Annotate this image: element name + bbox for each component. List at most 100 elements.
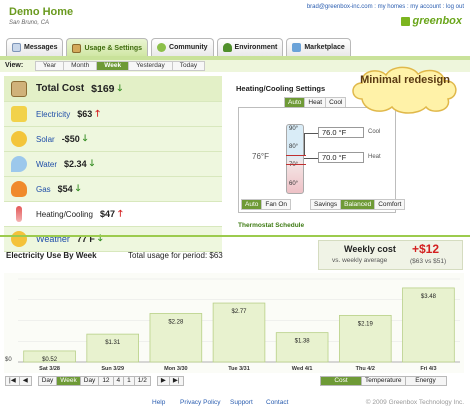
footer-help-link[interactable]: Help [152, 399, 165, 406]
tab-messages[interactable]: Messages [6, 38, 64, 56]
tab-community[interactable]: Community [151, 38, 214, 56]
range-week-button[interactable]: Week [56, 376, 81, 386]
tab-marketplace[interactable]: Marketplace [286, 38, 351, 56]
footer-privacy-link[interactable]: Privacy Policy [180, 399, 220, 406]
usage-summary: Total Cost $169 🡓 Electricity $63 🡑 Sola… [4, 76, 222, 252]
view-week-button[interactable]: Week [96, 61, 130, 71]
fan-auto-button[interactable]: Auto [241, 199, 263, 210]
chart-bar [86, 333, 140, 363]
first-page-button[interactable]: |◀ [5, 376, 20, 386]
bar-value-label: $0.52 [42, 357, 58, 363]
range-12-button[interactable]: 12 [98, 376, 114, 386]
summary-row-heating-cooling[interactable]: Heating/Cooling $47 🡑 [4, 202, 222, 227]
cool-label: Cool [368, 129, 381, 135]
summary-value: $63 [77, 109, 93, 119]
trend-down-icon: 🡓 [75, 183, 81, 193]
category-label: Sun 3/29 [101, 366, 124, 372]
tab-label: Environment [234, 44, 278, 51]
thermometer-icon [16, 206, 22, 222]
summary-row-electricity[interactable]: Electricity $63 🡑 [4, 102, 222, 127]
footer-support-link[interactable]: Support [230, 399, 253, 406]
tab-label: Usage & Settings [84, 44, 143, 52]
summary-value: $2.34 [64, 159, 87, 169]
account-links[interactable]: brad@greenbox-inc.com : my homes : my ac… [307, 4, 464, 10]
trend-down-icon: 🡓 [117, 82, 123, 93]
cool-connector [304, 133, 318, 134]
weekly-cost-delta: +$12 [412, 242, 440, 256]
summary-value: -$50 [61, 134, 80, 144]
metric-selector: Cost Temperature Energy [320, 376, 447, 386]
summary-row-solar[interactable]: Solar -$50 🡓 [4, 127, 222, 152]
home-title[interactable]: Demo Home [9, 6, 73, 18]
heat-setpoint-marker[interactable] [286, 164, 306, 165]
bar-value-label: $1.38 [295, 339, 311, 345]
scale-tick: 60° [289, 181, 299, 187]
community-icon [157, 43, 167, 52]
summary-name[interactable]: Heating/Cooling [36, 210, 93, 219]
metric-temperature-button[interactable]: Temperature [361, 376, 406, 386]
bar-value-label: $2.19 [358, 321, 374, 327]
bar-value-label: $2.77 [231, 309, 247, 315]
heat-label: Heat [368, 154, 381, 160]
current-temperature: 76°F [252, 152, 269, 161]
house-icon [72, 43, 82, 53]
heating-cooling-title: Heating/Cooling Settings [236, 84, 326, 93]
bar-value-label: $1.31 [105, 340, 121, 346]
view-yesterday-button[interactable]: Yesterday [128, 61, 173, 71]
trend-down-icon: 🡓 [97, 233, 103, 243]
summary-row-total-cost[interactable]: Total Cost $169 🡓 [4, 76, 222, 102]
range-year-button[interactable]: Day [37, 376, 58, 386]
main-tabs: Messages Usage & Settings Community Envi… [6, 38, 351, 57]
metric-energy-button[interactable]: Energy [404, 376, 447, 386]
summary-name[interactable]: Gas [36, 185, 51, 194]
category-label: Tue 3/31 [228, 366, 250, 372]
scale-tick: 80° [289, 144, 299, 150]
weekly-average-label: vs. weekly average [332, 257, 388, 264]
profile-comfort-button[interactable]: Comfort [374, 199, 406, 210]
sun-icon [11, 131, 27, 147]
bar-value-label: $2.28 [168, 319, 184, 325]
cool-setpoint-input[interactable]: 76.0 °F [318, 127, 364, 138]
summary-value: $169 [91, 82, 115, 95]
summary-row-gas[interactable]: Gas $54 🡓 [4, 177, 222, 202]
last-page-button[interactable]: ▶| [168, 376, 184, 386]
heat-connector [304, 158, 318, 159]
cool-setpoint-marker[interactable] [286, 155, 306, 156]
view-year-button[interactable]: Year [35, 61, 65, 71]
view-month-button[interactable]: Month [63, 61, 98, 71]
cart-icon [292, 43, 302, 52]
lightning-icon [11, 106, 27, 122]
summary-name[interactable]: Electricity [36, 110, 70, 119]
y-tick-label: $0 [5, 357, 12, 363]
callout-text: Minimal redesign [360, 74, 450, 86]
summary-row-water[interactable]: Water $2.34 🡓 [4, 152, 222, 177]
profile-balanced-button[interactable]: Balanced [340, 199, 376, 210]
category-label: Fri 4/3 [420, 366, 436, 372]
thermostat-schedule-link[interactable]: Thermostat Schedule [238, 222, 304, 229]
weekly-cost-detail: ($63 vs $51) [410, 258, 447, 265]
tree-icon [222, 43, 232, 52]
logo-text: greenbox [412, 15, 462, 27]
view-selector: Year Month Week Yesterday Today [35, 61, 206, 71]
mail-icon [12, 43, 21, 52]
summary-name[interactable]: Water [36, 160, 57, 169]
view-today-button[interactable]: Today [171, 61, 206, 71]
range-day-button[interactable]: Day [79, 376, 100, 386]
metric-cost-button[interactable]: Cost [320, 376, 362, 386]
scale-tick: 90° [289, 126, 299, 132]
house-icon [11, 80, 27, 97]
heat-setpoint-input[interactable]: 70.0 °F [318, 152, 364, 163]
redesign-callout [352, 66, 457, 114]
chart-total: Total usage for period: $63 [128, 251, 223, 260]
summary-name[interactable]: Solar [36, 135, 55, 144]
tab-environment[interactable]: Environment [216, 38, 284, 56]
range-half-button[interactable]: 1/2 [133, 376, 151, 386]
fan-on-button[interactable]: Fan On [261, 199, 292, 210]
tab-usage-settings[interactable]: Usage & Settings [66, 38, 149, 57]
summary-row-weather[interactable]: Weather 77 F 🡓 [4, 227, 222, 252]
copyright: © 2009 Greenbox Technology Inc. [365, 399, 464, 406]
flame-icon [11, 181, 27, 197]
profile-savings-button[interactable]: Savings [310, 199, 342, 210]
prev-page-button[interactable]: ◀ [18, 376, 32, 386]
footer-contact-link[interactable]: Contact [266, 399, 288, 406]
